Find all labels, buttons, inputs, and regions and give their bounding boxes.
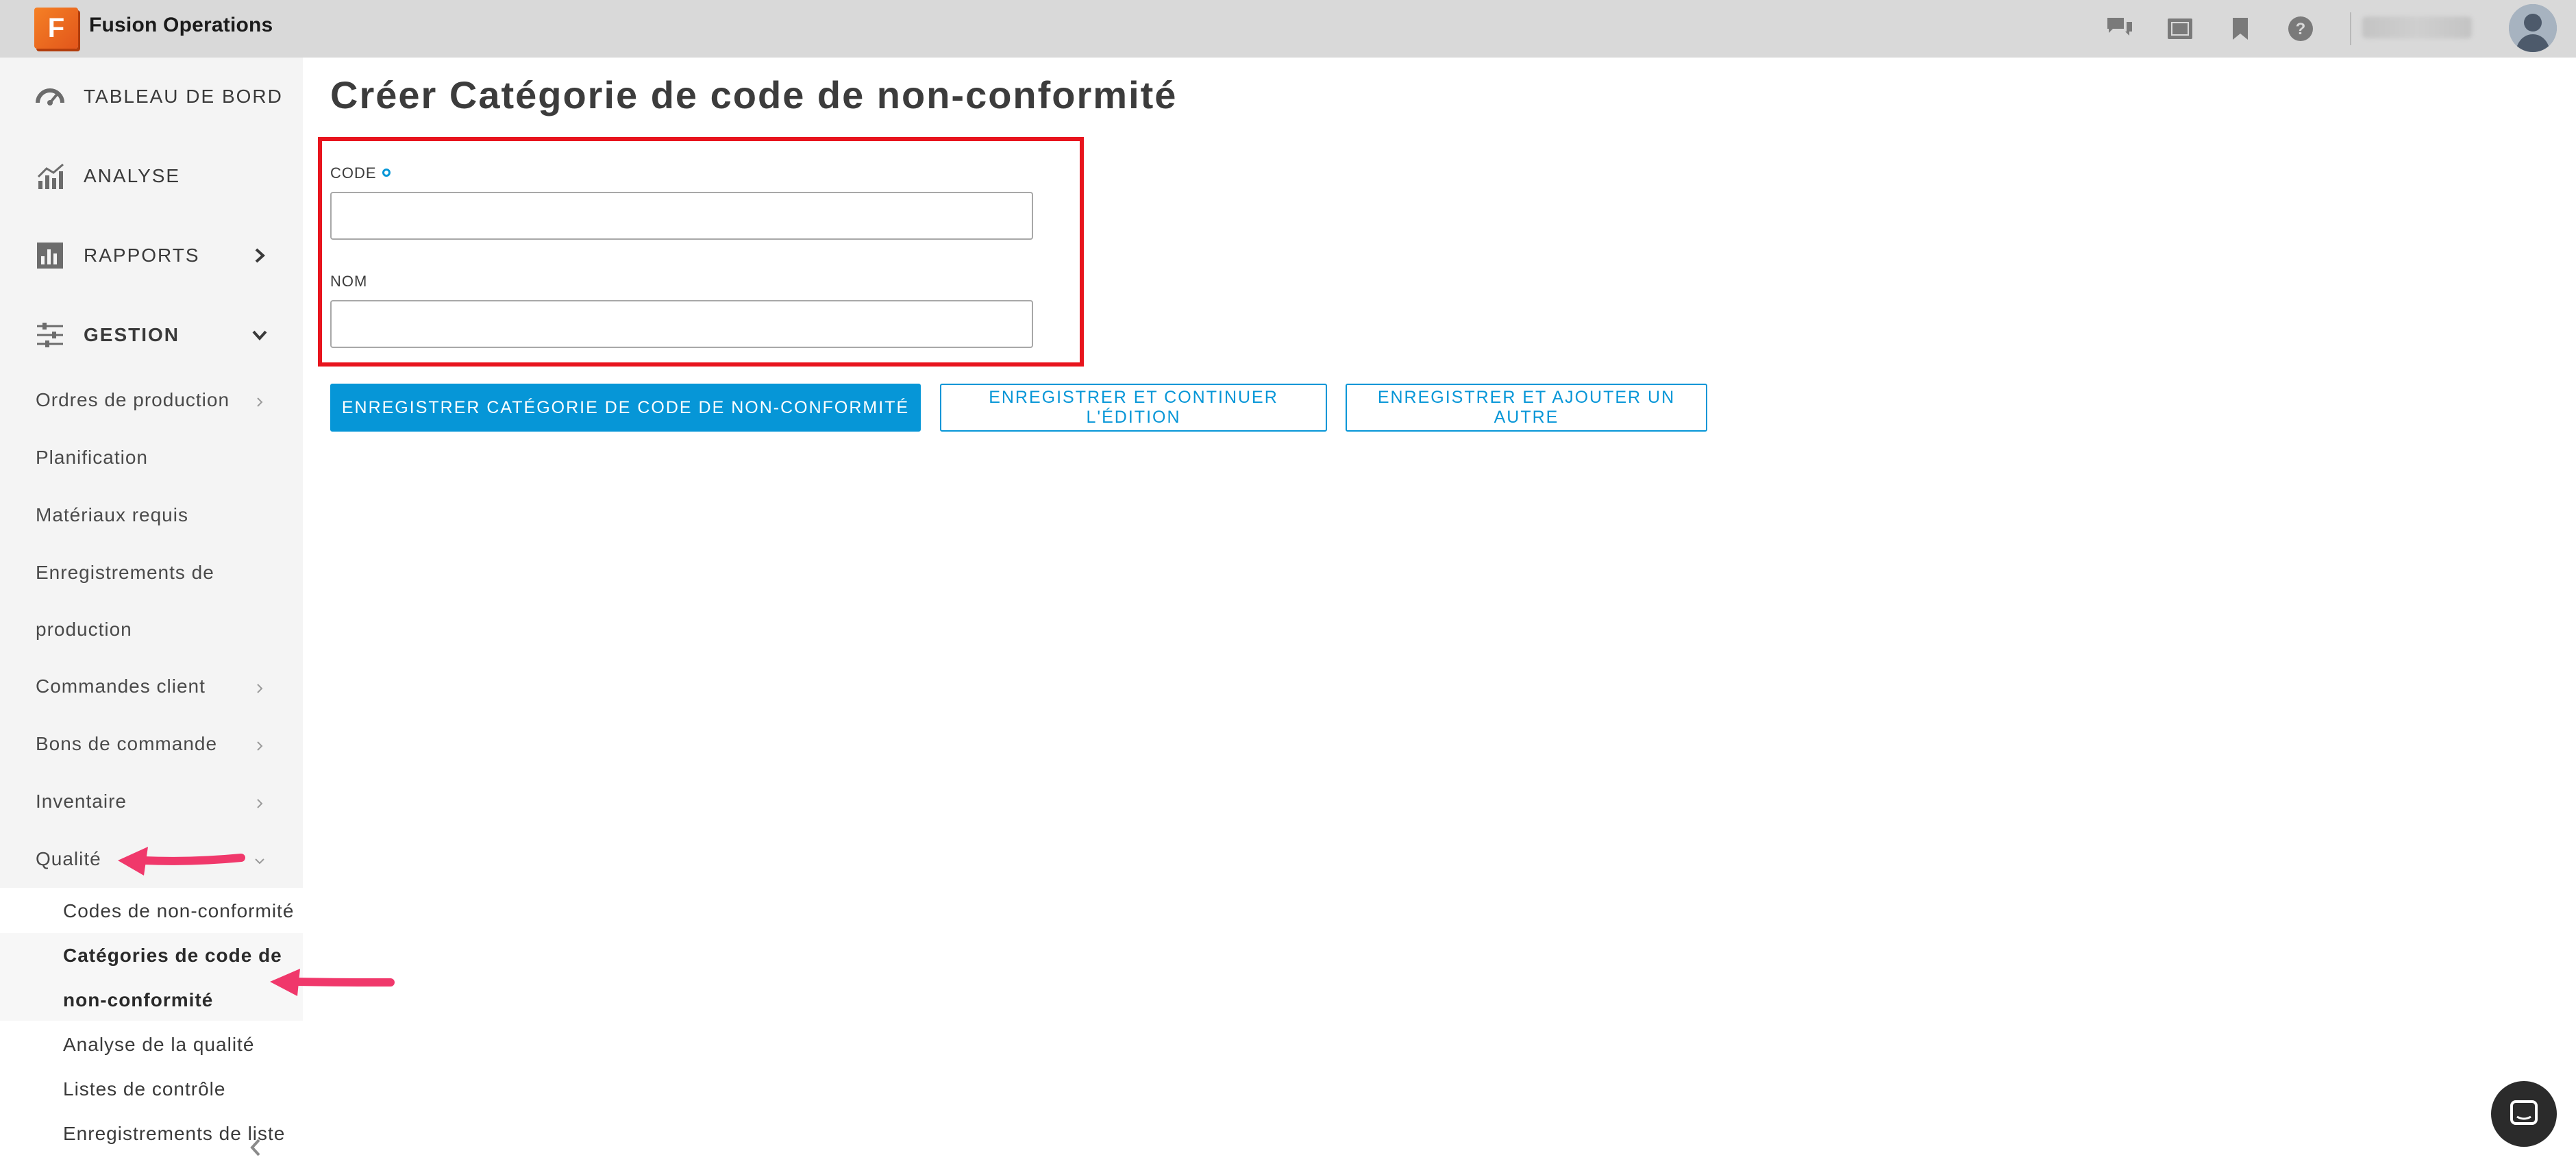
save-category-button[interactable]: ENREGISTRER CATÉGORIE DE CODE DE NON-CON… <box>330 384 921 432</box>
save-and-add-another-button[interactable]: ENREGISTRER ET AJOUTER UN AUTRE <box>1346 384 1707 432</box>
avatar[interactable] <box>2509 4 2557 52</box>
required-indicator-icon <box>382 169 391 177</box>
sidebar-item-inventaire[interactable]: Inventaire <box>36 791 127 813</box>
sidebar-item-ordres-de-production[interactable]: Ordres de production <box>36 389 230 411</box>
sidebar-item-qualite[interactable]: Qualité <box>36 848 101 870</box>
chevron-right-icon <box>257 741 263 751</box>
app-title[interactable]: Fusion Operations <box>89 14 273 37</box>
nom-label: NOM <box>330 273 368 290</box>
user-name-blurred[interactable] <box>2362 16 2472 38</box>
sidebar-item-analyse[interactable]: ANALYSE <box>0 138 303 214</box>
code-input[interactable] <box>330 192 1033 240</box>
sidebar-item-rapports[interactable]: RAPPORTS <box>0 218 303 293</box>
chat-bubble-icon <box>2510 1100 2538 1125</box>
topbar-separator <box>2350 12 2351 45</box>
sidebar-item-codes-de-non-conformite[interactable]: Codes de non-conformité <box>63 900 294 922</box>
sidebar-item-gestion[interactable]: GESTION <box>0 297 303 373</box>
sidebar-item-commandes-client[interactable]: Commandes client <box>36 675 206 697</box>
sidebar-item-analyse-de-la-qualite[interactable]: Analyse de la qualité <box>63 1034 254 1056</box>
logo-letter: F <box>47 12 65 43</box>
annotation-arrow-categories <box>270 969 395 996</box>
chevron-down-icon <box>252 330 267 340</box>
sidebar-item-bons-de-commande[interactable]: Bons de commande <box>36 733 217 755</box>
sidebar-item-materiaux-requis[interactable]: Matériaux requis <box>36 504 188 526</box>
sliders-icon <box>37 323 63 347</box>
save-and-continue-button[interactable]: ENREGISTRER ET CONTINUER L'ÉDITION <box>940 384 1327 432</box>
svg-text:?: ? <box>2296 20 2306 38</box>
code-label-text: CODE <box>330 164 377 182</box>
sidebar-item-enregistrements-de-production-line2[interactable]: production <box>36 619 132 641</box>
chevron-right-icon <box>257 397 263 407</box>
code-label: CODE <box>330 164 391 182</box>
top-bar: F Fusion Operations ? <box>0 0 2576 58</box>
chat-support-button[interactable] <box>2491 1081 2557 1147</box>
help-icon[interactable]: ? <box>2286 14 2316 44</box>
sidebar-item-tableau-de-bord[interactable]: TABLEAU DE BORD <box>0 59 303 134</box>
chevron-right-icon <box>257 799 263 808</box>
collapse-sidebar-icon[interactable] <box>245 1137 266 1158</box>
sidebar-item-label: TABLEAU DE BORD <box>84 86 283 107</box>
app-logo[interactable]: F <box>34 8 78 49</box>
page-title: Créer Catégorie de code de non-conformit… <box>330 73 1178 116</box>
sidebar-item-categories-de-code-line2[interactable]: non-conformité <box>63 989 213 1011</box>
chat-icon[interactable] <box>2105 14 2135 44</box>
sidebar-item-enregistrements-de-production[interactable]: Enregistrements de <box>36 562 214 584</box>
reports-icon <box>37 243 63 269</box>
chevron-down-icon <box>255 858 264 865</box>
sidebar: TABLEAU DE BORD ANALYSE RAPPORTS GESTION… <box>0 58 303 1166</box>
nom-input[interactable] <box>330 300 1033 348</box>
sidebar-item-label: RAPPORTS <box>84 245 200 266</box>
sidebar-item-listes-de-controle[interactable]: Listes de contrôle <box>63 1078 225 1100</box>
chevron-right-icon <box>255 248 265 263</box>
sidebar-item-label: ANALYSE <box>84 165 181 186</box>
chevron-right-icon <box>257 684 263 693</box>
analytics-icon <box>37 163 64 189</box>
sidebar-item-planification[interactable]: Planification <box>36 447 148 469</box>
sidebar-item-label: GESTION <box>84 324 180 345</box>
dashboard-icon <box>36 88 64 106</box>
screen-icon[interactable] <box>2165 14 2195 44</box>
bookmark-icon[interactable] <box>2225 14 2255 44</box>
sidebar-item-categories-de-code[interactable]: Catégories de code de <box>63 945 282 967</box>
annotation-arrow-qualite <box>118 847 245 876</box>
